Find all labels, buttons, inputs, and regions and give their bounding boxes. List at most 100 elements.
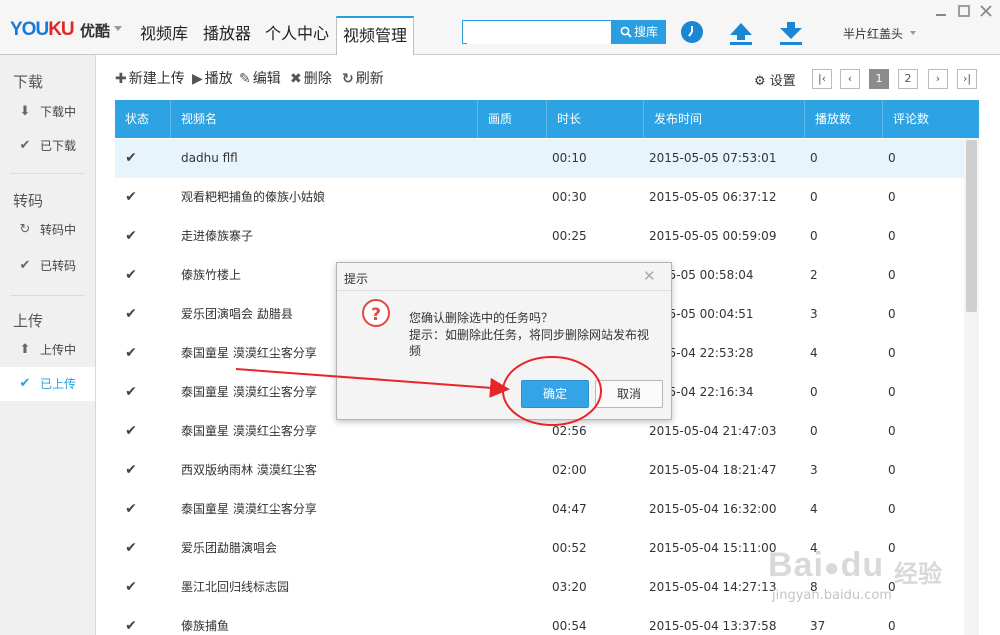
sidebar-section-upload: 上传 (13, 312, 44, 330)
plays-cell: 3 (810, 307, 818, 321)
plays-cell: 0 (810, 190, 818, 204)
comments-cell: 0 (888, 385, 896, 399)
status-check-icon: ✔ (125, 150, 137, 166)
status-check-icon: ✔ (125, 462, 137, 478)
status-check-icon: ✔ (125, 384, 137, 400)
delete-button[interactable]: ✖ 删除 (290, 69, 332, 89)
cancel-button[interactable]: 取消 (595, 380, 663, 408)
play-button[interactable]: ▶ 播放 (192, 69, 233, 89)
user-menu-chevron-icon[interactable] (910, 31, 916, 35)
status-check-icon: ✔ (125, 306, 137, 322)
table-row[interactable]: ✔ 西双版纳雨林 漠漠红尘客 02:00 2015-05-04 18:21:47 3 0 (115, 451, 965, 490)
page-button-1[interactable]: 1 (869, 69, 889, 89)
sidebar-item-uploaded[interactable]: ✔ 已上传 (0, 367, 95, 401)
toolbar: ✚ 新建上传 ▶ 播放 ✎ 编辑 ✖ 删除 ↻ 刷新 (96, 56, 1000, 100)
page-button-2[interactable]: 2 (898, 69, 918, 89)
sidebar-item-label: 转码中 (40, 223, 77, 237)
plays-cell: 2 (810, 268, 818, 282)
tab-video-management[interactable]: 视频管理 (336, 16, 414, 55)
confirm-button[interactable]: 确定 (521, 380, 589, 408)
published-cell: 2015-05-04 16:32:00 (649, 502, 777, 516)
tab-video-library[interactable]: 视频库 (134, 16, 194, 52)
search-input[interactable] (467, 22, 611, 44)
search-button[interactable]: 搜库 (612, 20, 666, 44)
refresh-label: 刷新 (355, 71, 384, 87)
logo-cn-label: 优酷 (80, 22, 111, 40)
search-box (462, 20, 612, 44)
comments-cell: 0 (888, 190, 896, 204)
duration-cell: 04:47 (552, 502, 587, 516)
edit-icon: ✎ (239, 71, 251, 87)
status-check-icon: ✔ (125, 579, 137, 595)
next-page-button[interactable]: › (928, 69, 948, 89)
column-header-status[interactable]: 状态 (115, 100, 170, 138)
sidebar-item-label: 下载中 (40, 105, 77, 119)
settings-button[interactable]: ⚙ 设置 (754, 70, 796, 89)
table-row[interactable]: ✔ 走进傣族寨子 00:25 2015-05-05 00:59:09 0 0 (115, 217, 965, 256)
clock-icon[interactable] (681, 21, 703, 43)
column-header-duration[interactable]: 时长 (546, 100, 643, 138)
scrollbar-thumb[interactable] (966, 140, 977, 312)
column-header-name[interactable]: 视频名 (170, 100, 477, 138)
question-icon: ? (362, 299, 390, 327)
dialog-title: 提示 (344, 272, 369, 286)
plays-cell: 4 (810, 346, 818, 360)
plays-cell: 0 (810, 229, 818, 243)
youku-logo[interactable]: YOUKU (10, 19, 75, 41)
video-name-cell: 泰国童星 漠漠红尘客分享 (181, 346, 317, 360)
table-row[interactable]: ✔ 泰国童星 漠漠红尘客分享 04:47 2015-05-04 16:32:00 4 0 (115, 490, 965, 529)
dialog-hint: 提示：如删除此任务，将同步删除网站发布视频 (409, 328, 650, 358)
sidebar-item-downloading[interactable]: ⬇ 下载中 (0, 95, 95, 129)
edit-button[interactable]: ✎ 编辑 (239, 69, 281, 89)
sidebar-item-uploading[interactable]: ⬆ 上传中 (0, 333, 95, 367)
tab-player[interactable]: 播放器 (197, 16, 257, 52)
published-cell: 2015-05-05 00:59:09 (649, 229, 777, 243)
download-icon[interactable] (778, 20, 804, 46)
comments-cell: 0 (888, 151, 896, 165)
table-row[interactable]: ✔ 观看粑粑捕鱼的傣族小姑娘 00:30 2015-05-05 06:37:12 0 0 (115, 178, 965, 217)
watermark-brand: Bai●du (768, 546, 885, 584)
column-header-plays[interactable]: 播放数 (804, 100, 882, 138)
logo-menu-chevron-icon[interactable] (114, 26, 122, 31)
app-window: YOUKU 优酷 视频库 播放器 个人中心 视频管理 搜库 半片红盖头 下载 ⬇… (0, 0, 1000, 635)
video-name-cell: 泰国童星 漠漠红尘客分享 (181, 424, 317, 438)
tab-personal-center[interactable]: 个人中心 (261, 16, 333, 52)
maximize-icon[interactable] (957, 5, 971, 19)
close-icon[interactable] (979, 5, 993, 19)
comments-cell: 0 (888, 268, 896, 282)
video-name-cell: 西双版纳雨林 漠漠红尘客 (181, 463, 317, 477)
status-check-icon: ✔ (125, 267, 137, 283)
new-upload-button[interactable]: ✚ 新建上传 (115, 69, 185, 89)
table-row[interactable]: ✔ dadhu flfl 00:10 2015-05-05 07:53:01 0 0 (115, 139, 965, 178)
published-cell: 2015-05-04 18:21:47 (649, 463, 777, 477)
user-name[interactable]: 半片红盖头 (843, 25, 903, 42)
column-header-comments[interactable]: 评论数 (882, 100, 979, 138)
comments-cell: 0 (888, 424, 896, 438)
sidebar-item-downloaded[interactable]: ✔ 已下载 (0, 129, 95, 163)
published-cell: 2015-05-05 06:37:12 (649, 190, 777, 204)
video-name-cell: 墨江北回归线标志园 (181, 580, 290, 594)
status-check-icon: ✔ (125, 618, 137, 634)
first-page-button[interactable]: |‹ (812, 69, 832, 89)
status-check-icon: ✔ (125, 228, 137, 244)
sidebar-item-transcoded[interactable]: ✔ 已转码 (0, 249, 95, 283)
last-page-button[interactable]: ›| (957, 69, 977, 89)
video-name-cell: 泰国童星 漠漠红尘客分享 (181, 502, 317, 516)
status-check-icon: ✔ (125, 540, 137, 556)
published-cell: 2015-05-04 15:11:00 (649, 541, 777, 555)
search-button-label: 搜库 (633, 25, 658, 39)
prev-page-button[interactable]: ‹ (840, 69, 860, 89)
dialog-close-icon[interactable]: ✕ (643, 267, 656, 285)
column-header-published[interactable]: 发布时间 (643, 100, 804, 138)
sidebar-item-transcoding[interactable]: ↻ 转码中 (0, 213, 95, 247)
video-name-cell: 傣族捕鱼 (181, 619, 230, 633)
minimize-icon[interactable] (934, 5, 948, 19)
confirm-dialog: 提示 ✕ ? 您确认删除选中的任务吗？ 提示：如删除此任务，将同步删除网站发布视… (336, 262, 672, 420)
status-check-icon: ✔ (125, 501, 137, 517)
duration-cell: 00:25 (552, 229, 587, 243)
check-icon: ✔ (19, 138, 31, 153)
column-header-quality[interactable]: 画质 (477, 100, 546, 138)
upload-icon[interactable] (728, 20, 754, 46)
refresh-button[interactable]: ↻ 刷新 (342, 69, 384, 89)
download-icon: ⬇ (19, 104, 31, 119)
